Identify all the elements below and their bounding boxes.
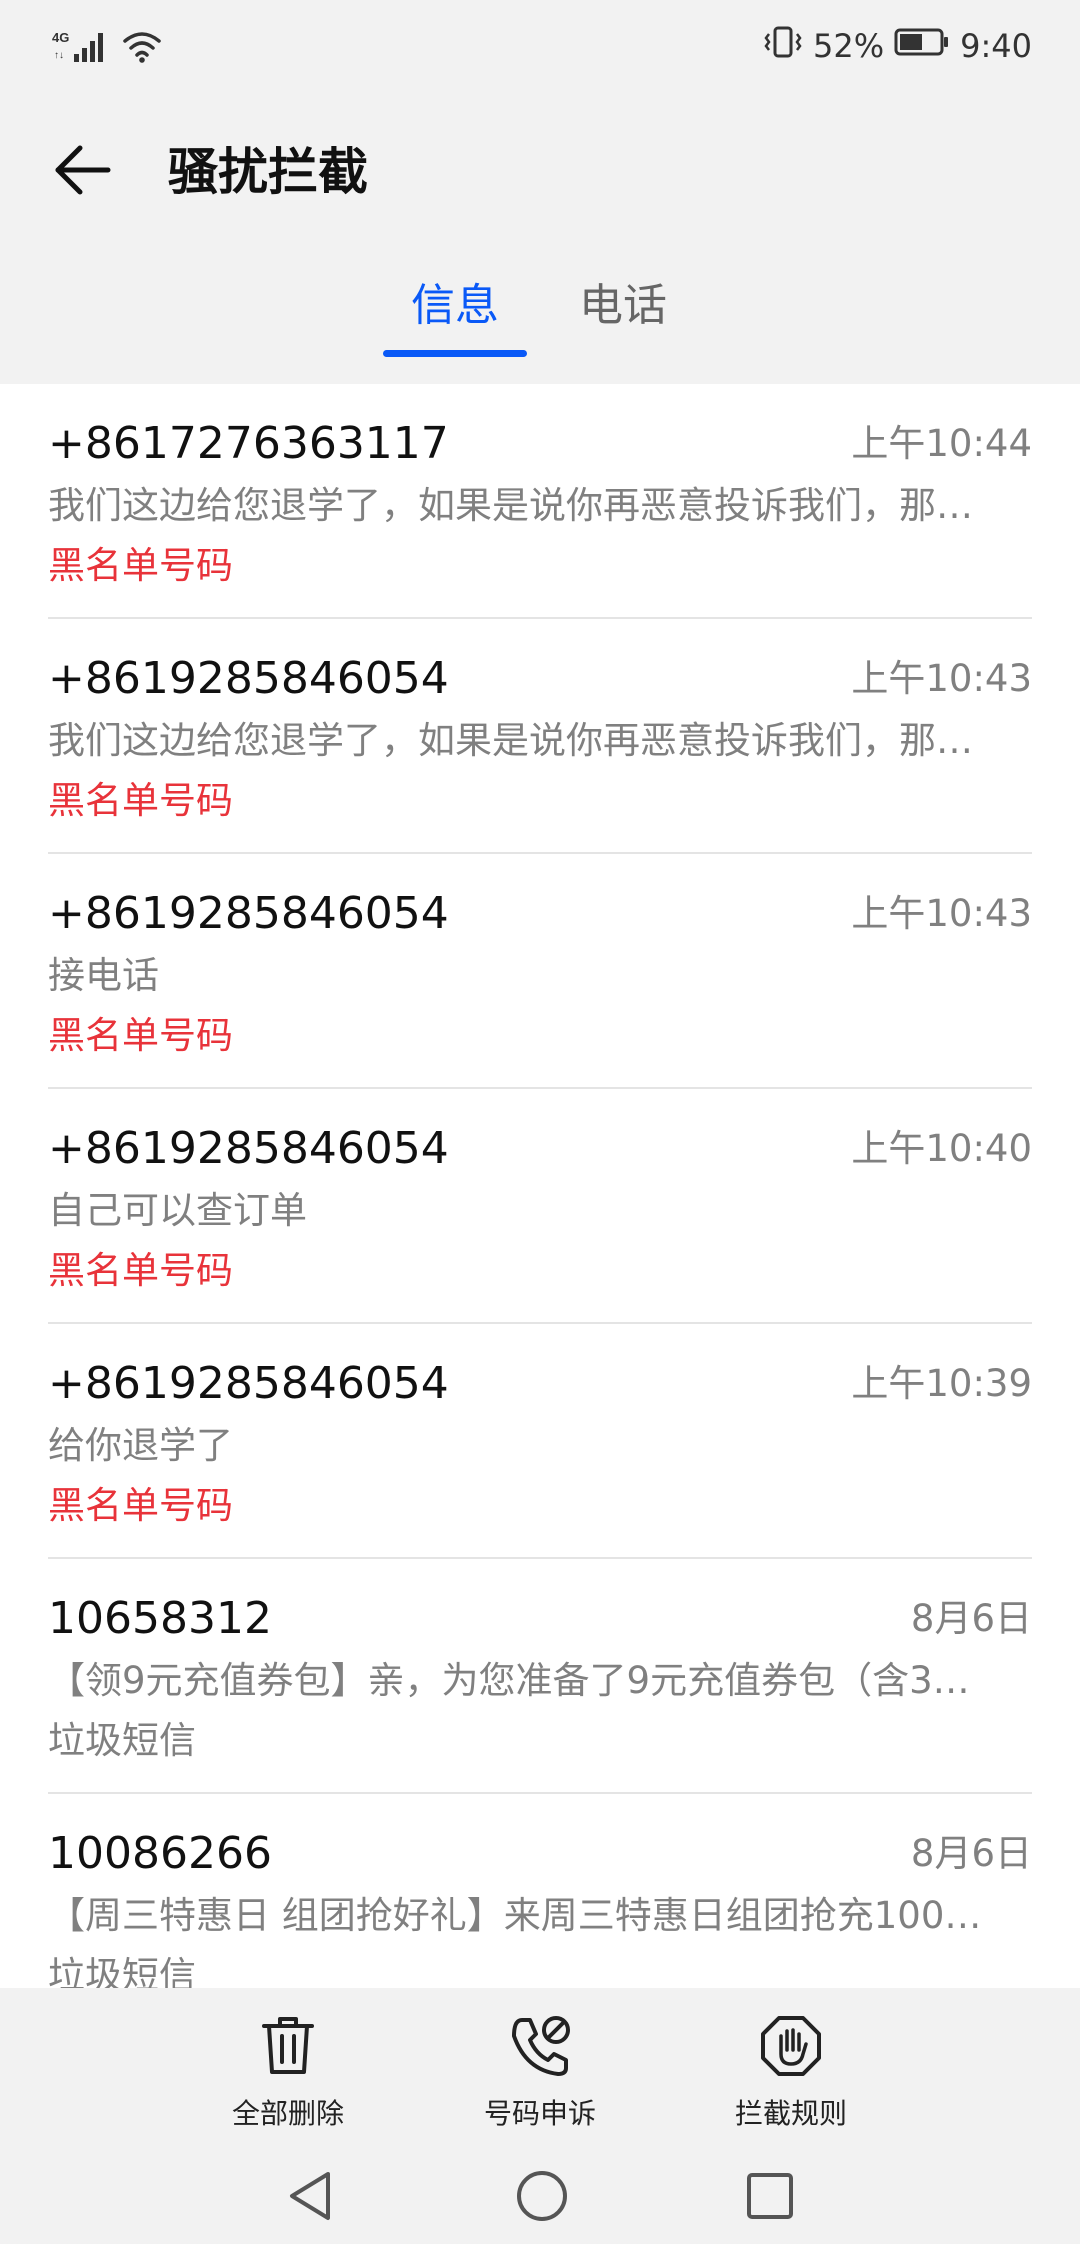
battery-icon [894, 27, 950, 65]
delete-all-button[interactable]: 全部删除 [178, 2014, 398, 2132]
number-appeal-label: 号码申诉 [483, 2097, 596, 2130]
page-title: 骚扰拦截 [168, 143, 368, 201]
list-item[interactable]: +8619285846054 上午10:43 我们这边给您退学了，如果是说你再恶… [48, 619, 1032, 854]
battery-percent: 52% [813, 27, 885, 65]
nav-home-button[interactable] [514, 2168, 570, 2228]
message-preview: 【领9元充值券包】亲，为您准备了9元充值券包（含3… [48, 1659, 970, 1702]
system-nav-bar [0, 2168, 1080, 2244]
message-time: 上午10:43 [851, 657, 1032, 700]
block-reason-tag: 黑名单号码 [48, 1484, 233, 1527]
block-rules-button[interactable]: 拦截规则 [681, 2014, 901, 2132]
svg-text:↑↓: ↑↓ [54, 50, 64, 61]
message-time: 上午10:40 [851, 1127, 1032, 1170]
circle-home-icon [514, 2171, 570, 2228]
block-reason-tag: 黑名单号码 [48, 779, 233, 822]
nav-back-button[interactable] [284, 2168, 336, 2228]
status-right: 52% 9:40 [763, 24, 1032, 68]
sender-number: +8619285846054 [48, 1123, 449, 1174]
sender-number: +8619285846054 [48, 1358, 449, 1409]
list-item[interactable]: 10658312 8月6日 【领9元充值券包】亲，为您准备了9元充值券包（含3…… [48, 1559, 1032, 1794]
message-preview: 我们这边给您退学了，如果是说你再恶意投诉我们，那… [48, 719, 973, 762]
block-reason-tag: 垃圾短信 [48, 1719, 196, 1762]
sender-number: 10086266 [48, 1828, 272, 1879]
tab-calls[interactable]: 电话 [551, 276, 695, 336]
delete-all-label: 全部删除 [231, 2097, 344, 2130]
block-reason-tag: 黑名单号码 [48, 1014, 233, 1057]
message-time: 上午10:44 [851, 422, 1032, 465]
clock: 9:40 [960, 27, 1032, 65]
triangle-back-icon [284, 2172, 336, 2228]
status-bar: 4G ↑↓ 52% 9:40 [0, 0, 1080, 96]
bottom-toolbar: 全部删除 号码申诉 拦截规则 [0, 1988, 1080, 2244]
nav-recents-button[interactable] [744, 2168, 796, 2228]
blocked-message-list: +8617276363117 上午10:44 我们这边给您退学了，如果是说你再恶… [0, 384, 1080, 2027]
message-time: 上午10:39 [851, 1362, 1032, 1405]
status-left: 4G ↑↓ [52, 28, 162, 68]
hand-stop-icon [759, 2014, 823, 2082]
message-preview: 自己可以查订单 [48, 1189, 307, 1232]
wifi-icon [122, 29, 162, 67]
message-preview: 接电话 [48, 954, 159, 997]
signal-icon: 4G ↑↓ [52, 28, 108, 68]
sender-number: 10658312 [48, 1593, 272, 1644]
message-time: 8月6日 [910, 1597, 1032, 1640]
message-preview: 给你退学了 [48, 1424, 233, 1467]
trash-icon [258, 2014, 318, 2082]
back-button[interactable] [46, 136, 118, 208]
arrow-left-icon [52, 140, 112, 204]
list-item[interactable]: +8617276363117 上午10:44 我们这边给您退学了，如果是说你再恶… [48, 384, 1032, 619]
active-tab-indicator [383, 350, 527, 357]
message-time: 8月6日 [910, 1832, 1032, 1875]
message-preview: 我们这边给您退学了，如果是说你再恶意投诉我们，那… [48, 484, 973, 527]
message-time: 上午10:43 [851, 892, 1032, 935]
block-reason-tag: 黑名单号码 [48, 1249, 233, 1292]
list-item[interactable]: +8619285846054 上午10:40 自己可以查订单 黑名单号码 [48, 1089, 1032, 1324]
sender-number: +8617276363117 [48, 418, 449, 469]
svg-text:4G: 4G [52, 30, 69, 45]
vibrate-icon [763, 24, 803, 68]
phone-block-icon [508, 2014, 572, 2082]
list-item[interactable]: +8619285846054 上午10:39 给你退学了 黑名单号码 [48, 1324, 1032, 1559]
square-recents-icon [744, 2173, 796, 2228]
block-reason-tag: 黑名单号码 [48, 544, 233, 587]
sender-number: +8619285846054 [48, 653, 449, 704]
list-item[interactable]: +8619285846054 上午10:43 接电话 黑名单号码 [48, 854, 1032, 1089]
app-header: 骚扰拦截 信息 电话 [0, 96, 1080, 384]
message-preview: 【周三特惠日 组团抢好礼】来周三特惠日组团抢充100… [48, 1894, 982, 1937]
number-appeal-button[interactable]: 号码申诉 [430, 2014, 650, 2132]
tab-messages[interactable]: 信息 [383, 276, 527, 336]
sender-number: +8619285846054 [48, 888, 449, 939]
block-rules-label: 拦截规则 [734, 2097, 847, 2130]
